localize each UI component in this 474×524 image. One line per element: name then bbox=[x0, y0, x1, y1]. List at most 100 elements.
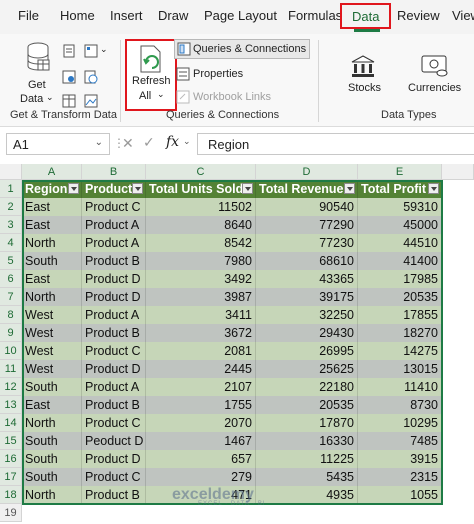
from-web-icon[interactable] bbox=[62, 70, 76, 84]
row-header[interactable]: 16 bbox=[0, 450, 22, 468]
enter-icon[interactable]: ✓ bbox=[143, 134, 155, 151]
table-cell[interactable]: 3915 bbox=[358, 450, 442, 468]
table-cell[interactable]: North bbox=[22, 288, 82, 306]
row-header[interactable]: 1 bbox=[0, 180, 22, 198]
column-header[interactable]: B bbox=[82, 164, 146, 180]
table-cell[interactable]: 1467 bbox=[146, 432, 256, 450]
table-cell[interactable]: Peoduct D bbox=[82, 432, 146, 450]
table-cell[interactable]: Product A bbox=[82, 378, 146, 396]
table-cell[interactable]: Product D bbox=[82, 450, 146, 468]
table-cell[interactable]: Product C bbox=[82, 198, 146, 216]
table-cell[interactable]: 17985 bbox=[358, 270, 442, 288]
table-cell[interactable]: South bbox=[22, 450, 82, 468]
table-cell[interactable]: West bbox=[22, 342, 82, 360]
spreadsheet-grid[interactable]: A B C D E 1 2 3 4 5 6 7 8 9 10 11 12 13 14 15 16 17 18 19 Region… bbox=[0, 164, 474, 524]
table-cell[interactable]: 18270 bbox=[358, 324, 442, 342]
tab-home[interactable]: Home bbox=[60, 8, 95, 23]
table-cell[interactable]: 10295 bbox=[358, 414, 442, 432]
table-cell[interactable]: 11410 bbox=[358, 378, 442, 396]
table-cell[interactable]: 16330 bbox=[256, 432, 358, 450]
tab-file[interactable]: File bbox=[18, 8, 39, 23]
row-header[interactable]: 12 bbox=[0, 378, 22, 396]
table-cell[interactable]: 2070 bbox=[146, 414, 256, 432]
table-cell[interactable]: 20535 bbox=[358, 288, 442, 306]
properties-button[interactable]: Properties bbox=[176, 65, 266, 83]
row-header[interactable]: 6 bbox=[0, 270, 22, 288]
table-cell[interactable]: North bbox=[22, 486, 82, 504]
row-header[interactable]: 11 bbox=[0, 360, 22, 378]
table-cell[interactable]: 11502 bbox=[146, 198, 256, 216]
table-cell[interactable]: South bbox=[22, 468, 82, 486]
table-cell[interactable]: East bbox=[22, 216, 82, 234]
table-cell[interactable]: 657 bbox=[146, 450, 256, 468]
table-cell[interactable]: 8730 bbox=[358, 396, 442, 414]
row-header[interactable]: 7 bbox=[0, 288, 22, 306]
table-cell[interactable]: 43365 bbox=[256, 270, 358, 288]
table-cell[interactable]: 44510 bbox=[358, 234, 442, 252]
table-cell[interactable]: 59310 bbox=[358, 198, 442, 216]
table-cell[interactable]: 45000 bbox=[358, 216, 442, 234]
existing-connections-icon[interactable] bbox=[84, 44, 98, 58]
tab-formulas[interactable]: Formulas bbox=[288, 8, 342, 23]
tab-review[interactable]: Review bbox=[397, 8, 440, 23]
table-cell[interactable]: South bbox=[22, 432, 82, 450]
table-cell[interactable]: 3672 bbox=[146, 324, 256, 342]
table-cell[interactable]: 68610 bbox=[256, 252, 358, 270]
column-header[interactable]: E bbox=[358, 164, 442, 180]
filter-dropdown-icon[interactable] bbox=[344, 183, 355, 194]
table-cell[interactable]: East bbox=[22, 198, 82, 216]
table-cell[interactable]: 17870 bbox=[256, 414, 358, 432]
table-cell[interactable]: 25625 bbox=[256, 360, 358, 378]
table-cell[interactable]: 77230 bbox=[256, 234, 358, 252]
table-cell[interactable]: Product A bbox=[82, 216, 146, 234]
from-picture-icon[interactable] bbox=[84, 94, 98, 108]
tab-insert[interactable]: Insert bbox=[110, 8, 143, 23]
table-cell[interactable]: 32250 bbox=[256, 306, 358, 324]
column-header[interactable] bbox=[442, 164, 474, 180]
table-cell[interactable]: 1755 bbox=[146, 396, 256, 414]
formula-input[interactable]: Region bbox=[197, 133, 474, 155]
row-header[interactable]: 15 bbox=[0, 432, 22, 450]
row-header[interactable]: 13 bbox=[0, 396, 22, 414]
table-cell[interactable]: 29430 bbox=[256, 324, 358, 342]
table-header-cell[interactable]: Total Revenue bbox=[256, 180, 358, 198]
table-cell[interactable]: Product D bbox=[82, 360, 146, 378]
table-cell[interactable]: Product A bbox=[82, 234, 146, 252]
from-text-icon[interactable] bbox=[62, 44, 76, 58]
tab-view[interactable]: View bbox=[452, 8, 474, 23]
row-header[interactable]: 5 bbox=[0, 252, 22, 270]
tab-draw[interactable]: Draw bbox=[158, 8, 188, 23]
table-cell[interactable]: Product B bbox=[82, 486, 146, 504]
table-cell[interactable]: Product C bbox=[82, 342, 146, 360]
filter-dropdown-icon[interactable] bbox=[242, 183, 253, 194]
table-cell[interactable]: Product A bbox=[82, 306, 146, 324]
queries-connections-button[interactable]: Queries & Connections bbox=[174, 39, 310, 59]
tab-page-layout[interactable]: Page Layout bbox=[204, 8, 277, 23]
row-header[interactable]: 9 bbox=[0, 324, 22, 342]
table-cell[interactable]: 14275 bbox=[358, 342, 442, 360]
table-cell[interactable]: 5435 bbox=[256, 468, 358, 486]
table-cell[interactable]: 7980 bbox=[146, 252, 256, 270]
refresh-all-button[interactable]: Refresh All ⌄ bbox=[125, 39, 177, 111]
row-header[interactable]: 17 bbox=[0, 468, 22, 486]
table-cell[interactable]: Product B bbox=[82, 324, 146, 342]
table-cell[interactable]: 7485 bbox=[358, 432, 442, 450]
column-header[interactable]: A bbox=[22, 164, 82, 180]
select-all-corner[interactable] bbox=[0, 164, 22, 180]
filter-dropdown-icon[interactable] bbox=[132, 183, 143, 194]
insert-function-icon[interactable]: fx bbox=[166, 134, 179, 150]
table-cell[interactable]: Product B bbox=[82, 252, 146, 270]
row-header[interactable]: 19 bbox=[0, 504, 22, 522]
table-cell[interactable]: 8640 bbox=[146, 216, 256, 234]
from-table-icon[interactable] bbox=[62, 94, 76, 108]
table-header-cell[interactable]: Region bbox=[22, 180, 82, 198]
row-header[interactable]: 18 bbox=[0, 486, 22, 504]
cancel-icon[interactable]: ✕ bbox=[122, 135, 134, 152]
table-cell[interactable]: 1055 bbox=[358, 486, 442, 504]
table-cell[interactable]: Product C bbox=[82, 468, 146, 486]
table-cell[interactable]: North bbox=[22, 234, 82, 252]
table-cell[interactable]: 2081 bbox=[146, 342, 256, 360]
table-cell[interactable]: South bbox=[22, 252, 82, 270]
table-cell[interactable]: 22180 bbox=[256, 378, 358, 396]
table-cell[interactable]: 20535 bbox=[256, 396, 358, 414]
